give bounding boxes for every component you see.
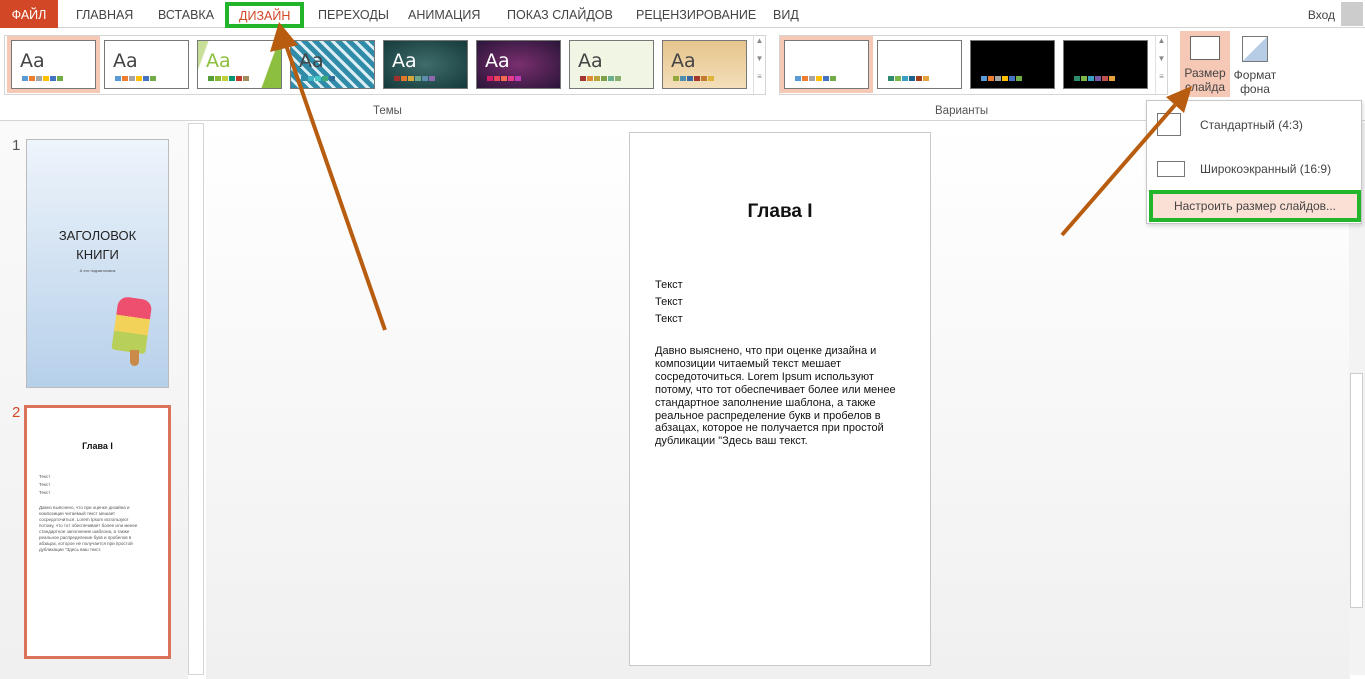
tab-slideshow[interactable]: ПОКАЗ СЛАЙДОВ [507, 0, 613, 28]
menu-item-custom-size[interactable]: Настроить размер слайдов... [1149, 190, 1361, 222]
slide-paragraph-line[interactable]: стандартное заполнение шаблона, а также [655, 397, 896, 410]
slide-thumbnail-1[interactable]: ЗАГОЛОВОК КНИГИ А это подзаголовок [26, 139, 169, 388]
format-background-label-2: фона [1240, 82, 1270, 96]
thumb-title: ЗАГОЛОВОК [58, 228, 137, 243]
format-background-button[interactable]: Формат фона [1231, 31, 1279, 97]
slide-title[interactable]: Глава I [630, 201, 930, 223]
slide-paragraph-line[interactable]: потому, что тот обеспечивает более или м… [655, 384, 896, 397]
theme-2[interactable]: Aa [104, 40, 189, 89]
thumb-subtitle: А это подзаголовок [79, 268, 116, 273]
slide-size-dropdown: Стандартный (4:3) Широкоэкранный (16:9) … [1146, 100, 1362, 224]
ribbon-tabs: ФАЙЛ ГЛАВНАЯ ВСТАВКА ДИЗАЙН ПЕРЕХОДЫ АНИ… [0, 0, 1365, 28]
theme-thumb-text: Aa [578, 50, 603, 72]
theme-5[interactable]: Aa [383, 40, 468, 89]
variant-4[interactable] [1063, 40, 1148, 89]
slide-thumbnail-2[interactable]: Глава I Текст Текст Текст Давно выяснено… [24, 405, 171, 659]
slide-size-label: Размер [1184, 66, 1226, 80]
theme-thumb-text: Aa [113, 50, 138, 72]
current-slide[interactable]: Глава I Текст Текст Текст Давно выяснено… [629, 132, 931, 666]
theme-thumb-text: Aa [485, 50, 510, 72]
theme-4[interactable]: Aa [290, 40, 375, 89]
variants-gallery: ▲ ▼ ≡ [779, 35, 1168, 95]
thumb-line: Текст [39, 482, 51, 487]
slide-size-icon [1190, 36, 1220, 60]
thumb-para-line: дубликации "Здесь ваш текст. [39, 547, 102, 552]
thumbnails-scrollbar[interactable] [188, 123, 204, 675]
format-background-label: Формат [1233, 68, 1277, 82]
avatar[interactable] [1341, 2, 1363, 26]
slide-paragraph-line[interactable]: Давно выяснено, что при оценке дизайна и [655, 345, 896, 358]
slide-paragraph-line[interactable]: реальное распределение букв и пробелов в [655, 410, 896, 423]
widescreen-ratio-icon [1157, 161, 1185, 177]
variants-group-label: Варианты [935, 105, 989, 117]
variant-2[interactable] [877, 40, 962, 89]
tab-review[interactable]: РЕЦЕНЗИРОВАНИЕ [636, 0, 756, 28]
themes-gallery: Aa Aa Aa Aa Aa Aa Aa Aa ▲ ▼ ≡ [4, 35, 766, 95]
menu-item-label: Широкоэкранный (16:9) [1200, 162, 1332, 176]
standard-ratio-icon [1157, 113, 1181, 136]
thumb-line: Текст [39, 490, 51, 495]
tab-file[interactable]: ФАЙЛ [0, 0, 58, 28]
slide-number: 1 [12, 137, 21, 154]
menu-item-widescreen[interactable]: Широкоэкранный (16:9) [1147, 149, 1361, 189]
slide-text-line[interactable]: Текст [655, 311, 683, 328]
theme-8[interactable]: Aa [662, 40, 747, 89]
slide-paragraph-line[interactable]: сосредоточиться. Lorem Ipsum используют [655, 371, 896, 384]
tab-view[interactable]: ВИД [773, 0, 799, 28]
popsicle-image [111, 295, 153, 355]
variant-1[interactable] [780, 36, 873, 93]
variant-3[interactable] [970, 40, 1055, 89]
slide-paragraph-line[interactable]: дубликации "Здесь ваш текст. [655, 435, 896, 448]
tab-insert[interactable]: ВСТАВКА [158, 0, 214, 28]
slide-paragraph-line[interactable]: композиции читаемый текст мешает [655, 358, 896, 371]
themes-gallery-scroll[interactable]: ▲ ▼ ≡ [753, 36, 765, 94]
theme-thumb-text: Aa [20, 50, 45, 72]
thumb-line: Текст [39, 474, 51, 479]
theme-thumb-text: Aa [392, 50, 417, 72]
theme-thumb-text: Aa [299, 50, 324, 72]
theme-thumb-text: Aa [206, 50, 231, 72]
slide-paragraph-line[interactable]: абзацах, которое не получается при прост… [655, 422, 896, 435]
menu-item-label: Стандартный (4:3) [1200, 118, 1303, 132]
theme-office[interactable]: Aa [7, 36, 100, 93]
theme-7[interactable]: Aa [569, 40, 654, 89]
scrollbar-thumb[interactable] [1350, 373, 1363, 608]
tab-design[interactable]: ДИЗАЙН [225, 2, 305, 28]
themes-group-label: Темы [373, 105, 402, 117]
theme-thumb-text: Aa [671, 50, 696, 72]
tab-transitions[interactable]: ПЕРЕХОДЫ [318, 0, 389, 28]
tab-home[interactable]: ГЛАВНАЯ [76, 0, 133, 28]
slide-size-button[interactable]: Размер слайда [1180, 31, 1230, 97]
slide-number: 2 [12, 404, 21, 421]
login-link[interactable]: Вход [1308, 0, 1335, 30]
slide-text-line[interactable]: Текст [655, 294, 683, 311]
slide-size-label-2: слайда [1184, 80, 1226, 94]
theme-6[interactable]: Aa [476, 40, 561, 89]
menu-item-standard[interactable]: Стандартный (4:3) [1147, 105, 1361, 145]
format-background-icon [1242, 36, 1268, 62]
slide-thumbnails-panel: 1 ЗАГОЛОВОК КНИГИ А это подзаголовок 2 Г… [0, 121, 188, 679]
tab-animation[interactable]: АНИМАЦИЯ [408, 0, 480, 28]
popsicle-stick [130, 350, 139, 366]
thumb-title-2: КНИГИ [76, 247, 119, 262]
variants-gallery-scroll[interactable]: ▲ ▼ ≡ [1155, 36, 1167, 94]
slide-text-line[interactable]: Текст [655, 277, 683, 294]
theme-3[interactable]: Aa [197, 40, 282, 89]
thumb-title: Глава I [82, 441, 113, 451]
